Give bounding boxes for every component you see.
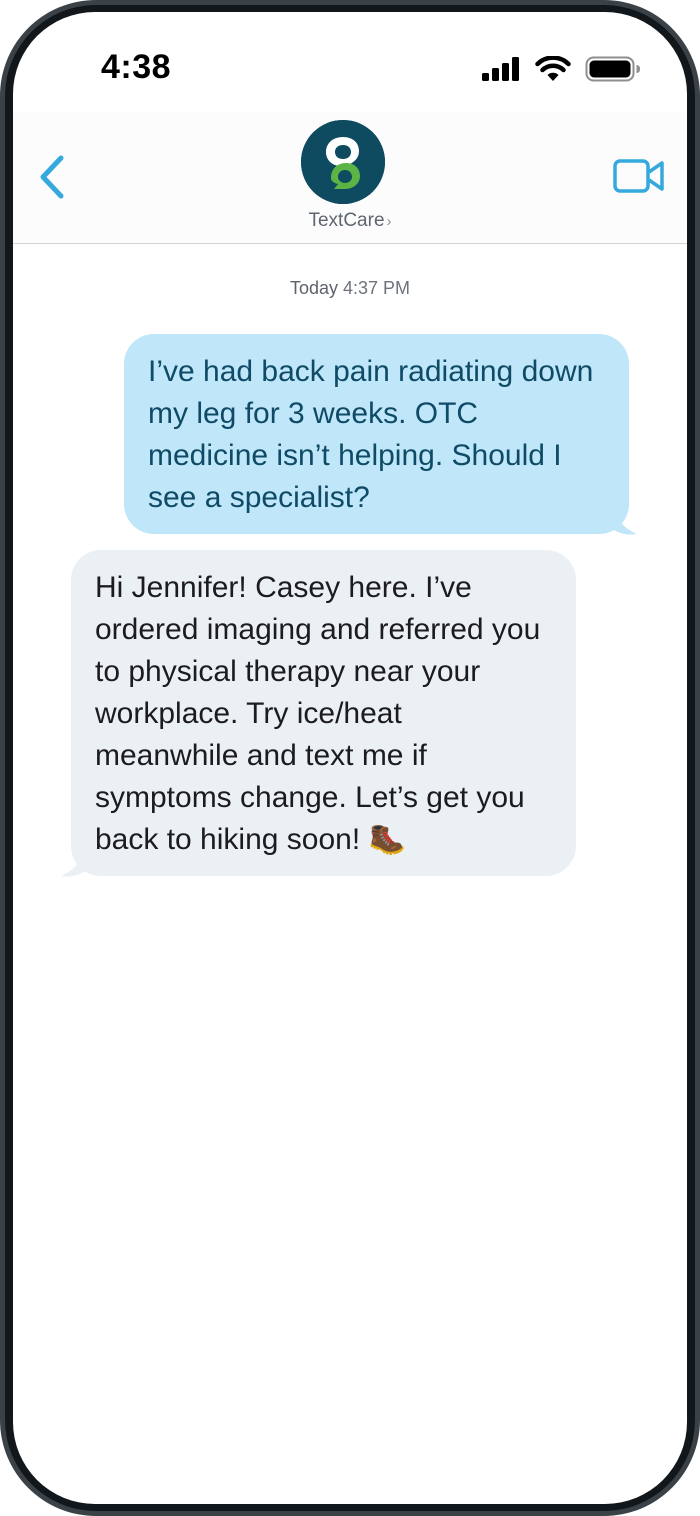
textcare-logo-icon (301, 120, 385, 204)
incoming-bubble-tail (61, 848, 89, 877)
status-bar: 4:38 (13, 12, 687, 112)
back-button[interactable] (35, 152, 71, 202)
incoming-message-bubble[interactable]: Hi Jennifer! Casey here. I’ve ordered im… (71, 550, 576, 876)
timestamp-time: 4:37 PM (343, 278, 411, 298)
outgoing-message-text: I’ve had back pain radiating down my leg… (148, 355, 594, 514)
chevron-right-icon: › (386, 213, 392, 230)
conversation-header: TextCare › (13, 112, 687, 244)
contact-avatar[interactable] (301, 120, 385, 204)
timestamp-day: Today (289, 278, 338, 298)
outgoing-message-bubble[interactable]: I’ve had back pain radiating down my leg… (124, 334, 629, 534)
status-time: 4:38 (101, 48, 172, 86)
video-call-button[interactable] (613, 158, 665, 194)
messages-screen: 4:38 TextCare › Today 4:37 PM I’ve had b… (13, 12, 687, 1504)
status-icons (481, 55, 641, 87)
contact-name-button[interactable]: TextCare › (13, 210, 687, 232)
contact-name: TextCare (308, 210, 385, 231)
cellular-signal-icon (481, 57, 521, 86)
incoming-message-text: Hi Jennifer! Casey here. I’ve ordered im… (95, 571, 541, 856)
wifi-icon (535, 55, 571, 87)
video-camera-icon (613, 159, 664, 193)
message-timestamp: Today 4:37 PM (13, 278, 687, 299)
battery-icon (585, 56, 641, 87)
hiking-boot-icon: 🥾 (368, 823, 406, 856)
chevron-left-icon (40, 155, 64, 199)
outgoing-bubble-tail (609, 506, 637, 535)
